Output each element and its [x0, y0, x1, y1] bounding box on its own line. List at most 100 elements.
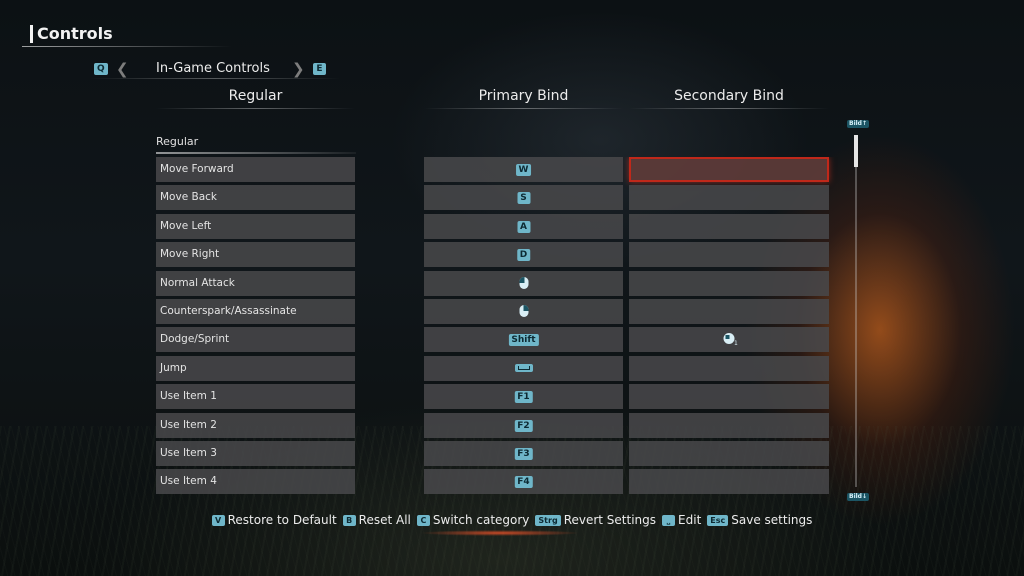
binding-row: Use Item 2 F2: [0, 412, 1024, 438]
primary-bind-cell[interactable]: [424, 355, 623, 381]
scrollbar-thumb[interactable]: [854, 135, 858, 167]
binding-row: Dodge/Sprint Shift 1: [0, 327, 1024, 353]
binding-row: Jump: [0, 355, 1024, 381]
key-badge: Shift: [508, 334, 539, 347]
key-badge: F1: [514, 391, 533, 404]
secondary-bind-cell[interactable]: [629, 412, 829, 438]
hint-label: Reset All: [358, 513, 411, 527]
title-accent-bar: [30, 25, 33, 43]
action-cell: Counterspark/Assassinate: [156, 299, 355, 324]
footer-glow: [420, 530, 580, 536]
hint-label: Edit: [678, 513, 702, 527]
secondary-bind-cell[interactable]: [629, 157, 829, 182]
hint-key: V: [211, 515, 225, 526]
primary-bind-cell[interactable]: F1: [424, 384, 623, 410]
primary-bind-cell[interactable]: W: [424, 157, 623, 182]
column-header-secondary: Secondary Bind: [674, 88, 784, 104]
secondary-bind-cell[interactable]: [629, 384, 829, 410]
action-label: Move Right: [160, 248, 220, 261]
key-badge: D: [516, 249, 531, 262]
scrollbar-track[interactable]: [855, 135, 857, 487]
hint-label: Restore to Default: [227, 513, 337, 527]
action-cell: Move Left: [156, 213, 355, 239]
hint-key: C: [416, 515, 430, 526]
primary-bind-cell[interactable]: F2: [424, 412, 623, 438]
primary-bind-cell[interactable]: F4: [424, 469, 623, 495]
next-category-key[interactable]: E: [313, 63, 326, 75]
footer-hint[interactable]: Strg Revert Settings: [535, 513, 656, 527]
secondary-bind-cell[interactable]: [629, 242, 829, 268]
action-label: Use Item 1: [160, 390, 217, 403]
binding-row: Move Forward W: [0, 157, 1024, 182]
footer-hint[interactable]: C Switch category: [416, 513, 530, 527]
secondary-bind-cell[interactable]: [629, 299, 829, 324]
secondary-bind-cell[interactable]: [629, 355, 829, 381]
mouse-side-button-icon: [723, 333, 735, 345]
primary-bind-cell[interactable]: Shift: [424, 327, 623, 353]
action-cell: Dodge/Sprint: [156, 327, 355, 353]
action-cell: Use Item 1: [156, 384, 355, 410]
column-divider: [424, 108, 623, 109]
column-header-primary: Primary Bind: [478, 88, 569, 104]
secondary-bind-cell[interactable]: [629, 469, 829, 495]
action-label: Move Left: [160, 219, 212, 232]
hint-key: B: [342, 515, 356, 526]
binding-row: Counterspark/Assassinate: [0, 299, 1024, 324]
action-cell: Use Item 3: [156, 441, 355, 466]
action-cell: Move Forward: [156, 157, 355, 182]
title-underline: [22, 46, 232, 47]
category-navigator: Q ❮ In-Game Controls ❯ E: [94, 60, 344, 78]
primary-bind-cell[interactable]: [424, 270, 623, 296]
action-label: Use Item 3: [160, 447, 217, 459]
footer-hints: V Restore to Default B Reset All C Switch cat…: [0, 513, 1024, 527]
hint-key: Esc: [707, 515, 729, 526]
binding-row: Use Item 4 F4: [0, 469, 1024, 495]
key-badge: F3: [514, 448, 533, 460]
secondary-bind-cell[interactable]: [629, 270, 829, 296]
primary-bind-cell[interactable]: [424, 299, 623, 324]
action-cell: Use Item 2: [156, 412, 355, 438]
action-label: Move Forward: [160, 163, 234, 175]
action-label: Jump: [160, 361, 187, 374]
hint-key: ⎵: [662, 515, 676, 526]
key-badge: A: [517, 220, 530, 233]
secondary-bind-cell[interactable]: 1: [629, 327, 829, 353]
binding-row: Use Item 1 F1: [0, 384, 1024, 410]
column-divider: [156, 108, 355, 109]
section-label: Regular: [156, 135, 199, 148]
prev-category-key[interactable]: Q: [94, 63, 108, 75]
action-cell: Use Item 4: [156, 469, 355, 495]
primary-bind-cell[interactable]: D: [424, 242, 623, 268]
chevron-right-icon[interactable]: ❯: [292, 60, 305, 78]
action-cell: Move Right: [156, 242, 355, 268]
binding-list: Move Forward W Move Back S Move Left A Move Ri…: [0, 157, 1024, 512]
spacebar-icon: [514, 363, 533, 372]
section-underline: [156, 152, 356, 154]
hint-key: Strg: [535, 515, 561, 526]
page-up-key[interactable]: Bild↑: [847, 120, 870, 128]
mouse-button-number: 1: [734, 340, 738, 348]
page-down-key[interactable]: Bild↓: [847, 493, 870, 501]
action-cell: Normal Attack: [156, 270, 355, 296]
action-cell: Move Back: [156, 185, 355, 211]
action-label: Use Item 4: [160, 475, 217, 488]
primary-bind-cell[interactable]: A: [424, 213, 623, 239]
footer-hint[interactable]: ⎵ Edit: [662, 513, 701, 527]
footer-hint[interactable]: Esc Save settings: [707, 513, 812, 527]
secondary-bind-cell[interactable]: [629, 441, 829, 466]
mouse-right-icon: [519, 305, 528, 317]
column-header-action: Regular: [228, 88, 283, 104]
primary-bind-cell[interactable]: F3: [424, 441, 623, 466]
primary-bind-cell[interactable]: S: [424, 185, 623, 211]
footer-hint[interactable]: V Restore to Default: [211, 513, 337, 527]
action-label: Normal Attack: [160, 276, 235, 289]
footer-hint[interactable]: B Reset All: [342, 513, 411, 527]
secondary-bind-cell[interactable]: [629, 185, 829, 211]
page-title: Controls: [37, 24, 113, 43]
category-label: In-Game Controls: [156, 61, 270, 76]
chevron-left-icon[interactable]: ❮: [116, 60, 129, 78]
secondary-bind-cell[interactable]: [629, 213, 829, 239]
key-badge: F4: [514, 476, 533, 489]
action-label: Move Back: [160, 191, 217, 204]
hint-label: Switch category: [432, 513, 530, 527]
